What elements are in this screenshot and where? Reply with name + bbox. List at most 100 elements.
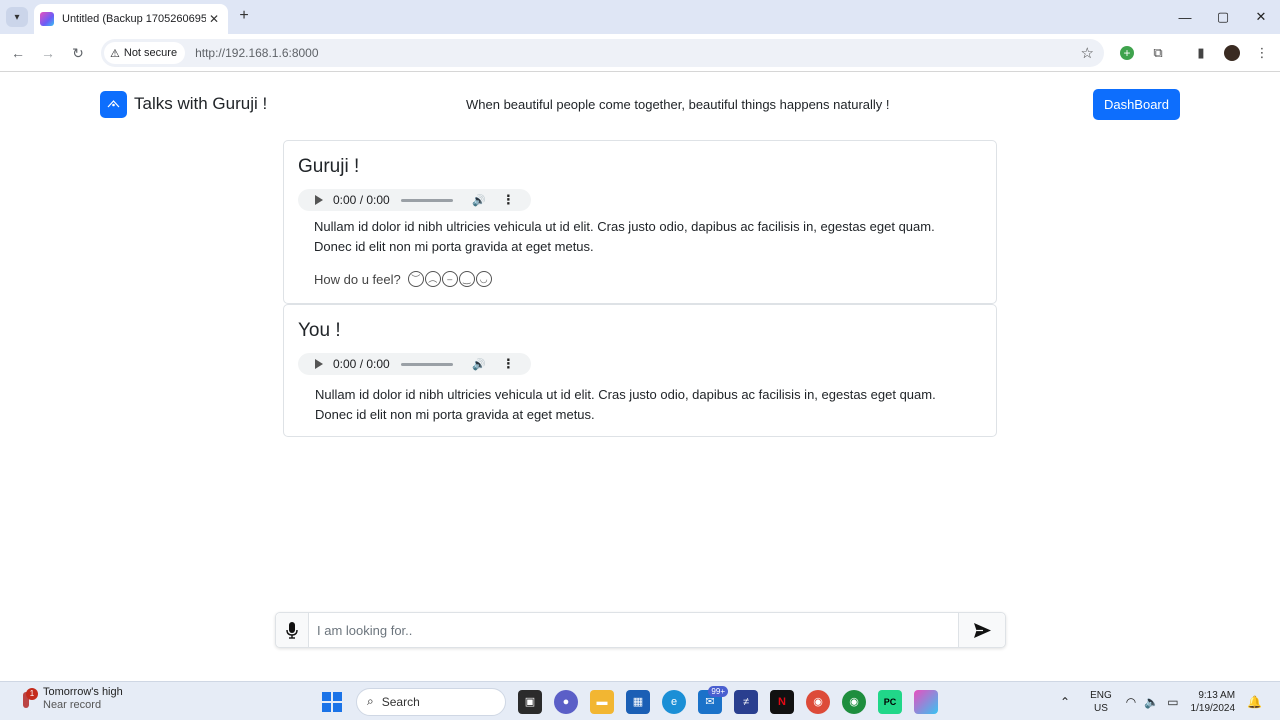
chrome-icon[interactable]: ◉ bbox=[806, 689, 830, 714]
microphone-button[interactable] bbox=[276, 613, 309, 647]
emoji-very-sad-icon[interactable]: ︶ bbox=[407, 271, 424, 287]
chat-app-icon[interactable]: ● bbox=[554, 689, 578, 714]
brand-title: Talks with Guruji ! bbox=[134, 94, 268, 113]
edge-browser-icon[interactable]: e bbox=[662, 689, 686, 714]
store-icon[interactable]: ▦ bbox=[626, 689, 650, 714]
browser-menu-icon[interactable]: ⋮ bbox=[1253, 44, 1271, 62]
task-view-icon[interactable]: ▣ bbox=[518, 689, 542, 714]
tab-close-icon[interactable]: ✕ bbox=[206, 12, 222, 26]
chrome-profile-icon[interactable]: ◉ bbox=[842, 689, 866, 714]
audio-player[interactable]: 0:00 / 0:00 🔊 ⋮ bbox=[298, 189, 531, 211]
emoji-rating: ︶ ︵ – ‿ ◡ bbox=[407, 271, 493, 287]
pycharm-icon[interactable]: PC bbox=[878, 689, 902, 714]
notification-bell-icon[interactable]: 🔔 bbox=[1247, 695, 1262, 709]
message-text: Nullam id dolor id nibh ultricies vehicu… bbox=[314, 219, 935, 254]
message-card: You ! 0:00 / 0:00 🔊 ⋮ Nullam id dolor id… bbox=[283, 304, 997, 437]
back-button[interactable]: ← bbox=[8, 43, 28, 63]
app-window-icon[interactable] bbox=[914, 689, 938, 714]
site-navbar: Talks with Guruji ! When beautiful peopl… bbox=[100, 89, 1180, 120]
security-chip[interactable]: ⚠ Not secure bbox=[104, 42, 186, 64]
thermometer-icon: 1 bbox=[18, 688, 38, 710]
message-text: Nullam id dolor id nibh ultricies vehicu… bbox=[315, 387, 936, 422]
wifi-icon[interactable]: ◠ bbox=[1126, 695, 1136, 709]
tab-search-button[interactable]: ▾ bbox=[6, 7, 28, 27]
clock-time: 9:13 AM bbox=[1198, 690, 1236, 701]
message-card: Guruji ! 0:00 / 0:00 🔊 ⋮ Nullam id dolor… bbox=[283, 140, 997, 304]
warning-icon: ⚠ bbox=[110, 47, 120, 60]
side-panel-icon[interactable]: ▮ bbox=[1192, 44, 1210, 62]
clock-date: 1/19/2024 bbox=[1190, 703, 1236, 714]
tab-title: Untitled (Backup 17052606956 bbox=[62, 13, 206, 25]
volume-icon[interactable]: 🔊 bbox=[472, 194, 486, 207]
vpn-app-icon[interactable]: ≠ bbox=[734, 689, 758, 714]
weather-title: Tomorrow's high bbox=[43, 686, 123, 698]
forward-button[interactable]: → bbox=[38, 43, 58, 63]
window-controls: — ▢ ✕ bbox=[1166, 0, 1280, 34]
mail-icon[interactable]: ✉ 99+ bbox=[698, 685, 728, 714]
feel-prompt: How do u feel? bbox=[314, 271, 401, 287]
language-indicator[interactable]: ENG US bbox=[1090, 689, 1112, 715]
url-text: http://192.168.1.6:8000 bbox=[195, 46, 319, 60]
emoji-neutral-icon[interactable]: – bbox=[441, 271, 458, 287]
tab-favicon-icon bbox=[40, 12, 54, 26]
emoji-very-happy-icon[interactable]: ◡ bbox=[475, 271, 492, 287]
close-window-button[interactable]: ✕ bbox=[1242, 0, 1280, 34]
os-taskbar: 1 Tomorrow's high Near record ⌕ Search ▣… bbox=[0, 681, 1280, 720]
dashboard-button[interactable]: DashBoard bbox=[1092, 89, 1180, 120]
speaker-icon[interactable]: 🔈 bbox=[1144, 695, 1159, 709]
brand[interactable]: Talks with Guruji ! bbox=[100, 90, 267, 118]
microphone-icon bbox=[286, 621, 298, 639]
profile-avatar[interactable] bbox=[1224, 45, 1240, 61]
feedback-row: How do u feel? ︶ ︵ – ‿ ◡ bbox=[314, 271, 493, 287]
extensions-puzzle-icon[interactable]: ⧉ bbox=[1149, 44, 1167, 62]
weather-widget[interactable]: 1 Tomorrow's high Near record bbox=[18, 686, 123, 712]
new-tab-button[interactable]: + bbox=[234, 8, 254, 26]
volume-icon[interactable]: 🔊 bbox=[472, 358, 486, 371]
audio-seek-bar[interactable] bbox=[401, 198, 453, 202]
message-author: Guruji ! bbox=[298, 156, 360, 177]
page-content: Talks with Guruji ! When beautiful peopl… bbox=[0, 73, 1280, 681]
file-explorer-icon[interactable]: ▬ bbox=[590, 689, 614, 714]
weather-badge: 1 bbox=[26, 688, 38, 700]
browser-toolbar: ← → ↻ ⚠ Not secure http://192.168.1.6:80… bbox=[0, 34, 1280, 72]
audio-player[interactable]: 0:00 / 0:00 🔊 ⋮ bbox=[298, 353, 531, 375]
taskbar-search-label: Search bbox=[381, 694, 420, 709]
brand-logo-icon bbox=[100, 90, 127, 118]
emoji-sad-icon[interactable]: ︵ bbox=[424, 271, 441, 287]
mail-badge: 99+ bbox=[708, 685, 728, 697]
netflix-icon[interactable]: N bbox=[770, 689, 794, 714]
bookmark-star-icon[interactable]: ☆ bbox=[1081, 44, 1094, 62]
audio-time: 0:00 / 0:00 bbox=[333, 357, 390, 371]
maximize-button[interactable]: ▢ bbox=[1204, 0, 1242, 34]
send-button[interactable] bbox=[958, 613, 1005, 647]
minimize-button[interactable]: — bbox=[1166, 0, 1204, 34]
audio-time: 0:00 / 0:00 bbox=[333, 193, 390, 207]
address-bar[interactable]: ⚠ Not secure http://192.168.1.6:8000 ☆ bbox=[101, 39, 1104, 67]
system-tray: ⌃ ENG US ◠ 🔈 ▭ 9:13 AM 1/19/2024 🔔 bbox=[1056, 686, 1266, 718]
browser-tab[interactable]: Untitled (Backup 17052606956 ✕ bbox=[34, 4, 228, 34]
security-label: Not secure bbox=[123, 47, 178, 59]
lang-code: ENG bbox=[1090, 690, 1112, 701]
play-icon[interactable] bbox=[315, 195, 323, 205]
taskbar-apps: ⌕ Search ▣ ● ▬ ▦ e ✉ 99+ ≠ N ◉ ◉ PC bbox=[314, 685, 944, 718]
audio-more-icon[interactable]: ⋮ bbox=[502, 192, 515, 208]
send-icon bbox=[973, 622, 991, 638]
taskbar-search[interactable]: ⌕ Search bbox=[356, 687, 506, 716]
audio-seek-bar[interactable] bbox=[401, 362, 453, 366]
message-author: You ! bbox=[298, 320, 341, 341]
tray-overflow-icon[interactable]: ⌃ bbox=[1060, 695, 1070, 709]
windows-start-icon[interactable] bbox=[320, 690, 344, 714]
search-icon: ⌕ bbox=[367, 694, 374, 708]
browser-tabstrip: ▾ Untitled (Backup 17052606956 ✕ + — ▢ ✕ bbox=[0, 0, 1280, 34]
system-clock[interactable]: 9:13 AM 1/19/2024 bbox=[1191, 689, 1236, 715]
tagline: When beautiful people come together, bea… bbox=[466, 97, 890, 112]
battery-icon[interactable]: ▭ bbox=[1167, 695, 1178, 709]
audio-more-icon[interactable]: ⋮ bbox=[502, 356, 515, 372]
emoji-happy-icon[interactable]: ‿ bbox=[458, 271, 475, 287]
chat-input-group bbox=[275, 612, 1006, 648]
weather-subtitle: Near record bbox=[43, 699, 102, 711]
reload-button[interactable]: ↻ bbox=[68, 43, 88, 63]
extension-plus-icon[interactable]: + bbox=[1120, 46, 1134, 60]
play-icon[interactable] bbox=[315, 359, 323, 369]
chat-input[interactable] bbox=[310, 613, 958, 647]
